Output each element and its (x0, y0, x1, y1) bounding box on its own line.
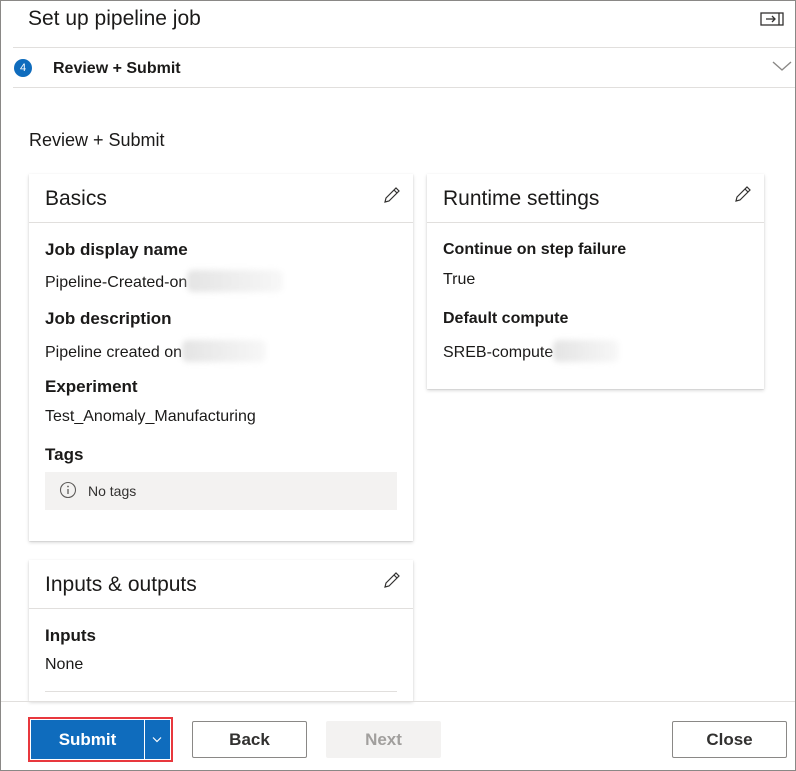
inputs-outputs-card: Inputs & outputs Inputs None (29, 560, 413, 701)
info-icon (59, 481, 77, 499)
step-divider (13, 87, 795, 88)
no-tags-text: No tags (88, 483, 137, 499)
submit-button[interactable]: Submit (31, 720, 144, 759)
basics-card: Basics Job display name Pipeline-Created… (29, 174, 413, 541)
back-button[interactable]: Back (192, 721, 307, 758)
continue-on-failure-value: True (443, 271, 476, 288)
redacted-text (187, 270, 284, 292)
submit-options-chevron-icon[interactable] (145, 720, 170, 759)
panel-header: Set up pipeline job (1, 1, 795, 47)
basics-card-divider (29, 222, 413, 223)
step-number-badge: 4 (14, 59, 32, 77)
inputs-label: Inputs (45, 626, 96, 645)
runtime-settings-card: Runtime settings Continue on step failur… (427, 174, 764, 389)
edit-basics-pencil-icon[interactable] (381, 184, 403, 206)
continue-on-failure-label: Continue on step failure (443, 241, 627, 258)
experiment-value: Test_Anomaly_Manufacturing (45, 408, 256, 425)
redacted-text (553, 340, 620, 362)
io-card-divider (29, 608, 413, 609)
step-review-submit[interactable]: 4 Review + Submit (1, 48, 795, 87)
basics-card-title: Basics (45, 187, 107, 210)
next-button: Next (326, 721, 441, 758)
collapse-panel-icon[interactable] (759, 10, 785, 28)
default-compute-label: Default compute (443, 310, 569, 327)
runtime-card-divider (427, 222, 764, 223)
job-display-name-value: Pipeline-Created-on (45, 270, 284, 292)
footer-divider (1, 701, 795, 702)
tags-label: Tags (45, 445, 84, 464)
experiment-label: Experiment (45, 377, 138, 396)
job-display-name-label: Job display name (45, 240, 188, 259)
inputs-value: None (45, 656, 84, 673)
io-card-title: Inputs & outputs (45, 573, 197, 596)
default-compute-value: SREB-compute (443, 340, 620, 362)
panel: Set up pipeline job 4 Review + Submit Re… (0, 0, 796, 771)
chevron-down-icon[interactable] (771, 59, 793, 73)
close-button[interactable]: Close (672, 721, 787, 758)
panel-title: Set up pipeline job (28, 7, 201, 30)
section-heading: Review + Submit (29, 130, 165, 150)
job-description-label: Job description (45, 309, 172, 328)
runtime-card-title: Runtime settings (443, 187, 600, 210)
tags-empty-box: No tags (45, 472, 397, 510)
edit-runtime-pencil-icon[interactable] (732, 183, 754, 205)
edit-io-pencil-icon[interactable] (381, 569, 403, 591)
redacted-text (181, 340, 266, 362)
job-description-value: Pipeline created on (45, 340, 266, 362)
step-label: Review + Submit (53, 60, 181, 77)
io-card-inner-divider (45, 691, 397, 692)
